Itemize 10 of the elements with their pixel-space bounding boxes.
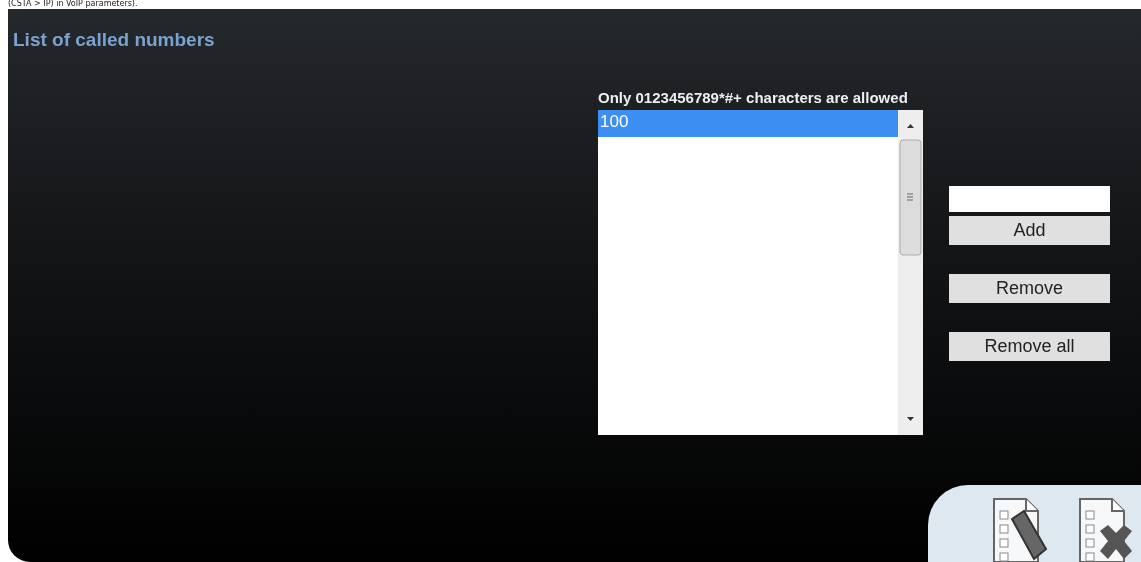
delete-document-icon[interactable] bbox=[1076, 497, 1134, 562]
hint-text: Only 0123456789*#+ characters are allowed bbox=[598, 89, 908, 106]
action-button[interactable]: Remove all bbox=[949, 332, 1110, 361]
number-input[interactable] bbox=[949, 186, 1110, 212]
action-button[interactable]: Add bbox=[949, 216, 1110, 245]
scrollbar[interactable] bbox=[898, 110, 923, 435]
section-title: List of called numbers bbox=[13, 29, 215, 51]
action-button[interactable]: Remove bbox=[949, 274, 1110, 303]
header-note: (CSTA > IP) in VoIP parameters). bbox=[7, 0, 139, 9]
edit-document-icon[interactable] bbox=[990, 497, 1048, 562]
